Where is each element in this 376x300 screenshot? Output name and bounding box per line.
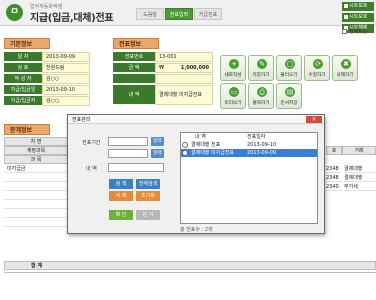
no-header: 호 — [326, 146, 342, 155]
field-label: 전표번호 — [113, 52, 155, 62]
description-label: 내 역 — [86, 166, 97, 172]
description-field[interactable]: 결제대행 미지급전표 — [155, 85, 213, 105]
reset-button[interactable]: 초기화 — [136, 191, 160, 201]
voucher-list[interactable]: 내 역 전표일자 결제대행 전표 2013-09-10 결제대행 미지급전표 2… — [180, 132, 318, 224]
period-start-input[interactable] — [108, 137, 148, 146]
list-header-desc: 내 역 — [195, 134, 206, 140]
subject-header: 과 목 — [4, 155, 68, 164]
debit-header: 차 변 — [4, 137, 68, 146]
monitor-icon: ▭ — [229, 87, 239, 97]
calendar-button-start[interactable]: 달력 — [151, 137, 164, 146]
close-icon[interactable]: × — [306, 116, 322, 123]
field-label — [113, 74, 155, 84]
preview-button[interactable]: ▭ 미리보기 — [220, 83, 246, 109]
table-cell[interactable]: 부가세 — [344, 183, 376, 191]
edit-button[interactable]: ⟳ 수정하기 — [304, 55, 330, 81]
print-button[interactable]: ⎙ 출력하기 — [248, 83, 274, 109]
page-title: 지급(입금,대체)전표 — [30, 13, 114, 24]
confirm-button[interactable]: 확 인 — [109, 210, 133, 220]
document-icon: ▤ — [285, 87, 295, 97]
sheet-protect-button-2[interactable]: 시트보호 — [342, 13, 374, 22]
period-label: 전표기간 — [82, 140, 101, 146]
field-label: 지급/입금일 — [4, 85, 42, 95]
tab-payment-voucher[interactable]: 지급전표 — [194, 8, 222, 20]
app-logo-icon: ㅁ — [6, 4, 23, 21]
tab-help[interactable]: 도움말 — [136, 8, 164, 20]
amount-field[interactable]: ₩1,000,000 — [155, 63, 213, 73]
radio-selected-icon[interactable] — [182, 150, 188, 156]
list-item[interactable]: 결제대행 전표 2013-09-10 — [181, 141, 317, 149]
period-end-input[interactable] — [108, 149, 148, 158]
table-row[interactable] — [4, 201, 68, 209]
field-label: 지급/입금자 — [4, 96, 42, 106]
field-label: 내 역 — [113, 85, 155, 105]
fullscreen-checkbox[interactable]: 전체화면 — [342, 28, 367, 35]
delete-button[interactable]: ✖ 삭제하기 — [332, 55, 358, 81]
empty-field[interactable] — [155, 74, 213, 84]
account-header: 계정과목 — [4, 146, 68, 155]
checkbox-icon — [342, 29, 347, 34]
voucher-count: 총 전표수 : 2개 — [180, 227, 213, 233]
pencil-icon: ✎ — [257, 59, 267, 69]
calendar-button-end[interactable]: 달력 — [151, 149, 164, 158]
voucher-manager-dialog: 전표관리 × 전표기간 달력 달력 내 역 검 색 전체검색 삭 제 초기화 확… — [67, 114, 325, 234]
load-button[interactable]: ▢ 불러오기 — [276, 55, 302, 81]
refresh-icon: ⟳ — [313, 59, 323, 69]
table-cell[interactable]: 결제대행 — [344, 174, 376, 182]
save-document-button[interactable]: ▤ 문서저장 — [276, 83, 302, 109]
table-row[interactable] — [4, 174, 68, 182]
full-search-button[interactable]: 전체검색 — [136, 179, 160, 189]
journal-section-label: 분개정보 — [4, 124, 50, 135]
printer-icon: ⎙ — [257, 87, 267, 97]
field-label: 금 액 — [113, 63, 155, 73]
table-cell[interactable]: 2348 — [326, 174, 342, 182]
search-button[interactable]: 검 색 — [109, 179, 133, 189]
save-button[interactable]: ✎ 저장하기 — [248, 55, 274, 81]
description-input[interactable] — [108, 163, 164, 172]
field-label: 작 성 자 — [4, 74, 42, 84]
delete-button[interactable]: 삭 제 — [109, 191, 133, 201]
payer-field[interactable]: 김○○ — [42, 96, 90, 106]
table-cell[interactable]: 결제대행 — [344, 165, 376, 173]
table-row[interactable] — [4, 210, 68, 218]
company-field[interactable]: 천원드림 — [42, 63, 90, 73]
payment-date-field[interactable]: 2013-09-10 — [42, 85, 90, 95]
folder-icon: ▢ — [285, 59, 295, 69]
author-field[interactable]: 김○○ — [42, 74, 90, 84]
table-row[interactable] — [4, 183, 68, 191]
table-row[interactable] — [4, 219, 68, 227]
partner-header: 거래 — [342, 146, 376, 155]
list-item-selected[interactable]: 결제대행 미지급전표 2013-09-09 — [181, 149, 317, 157]
list-header-date: 전표일자 — [247, 134, 266, 140]
dialog-title: 전표관리 — [72, 117, 91, 123]
voucher-number-field[interactable]: 13-001 — [155, 52, 213, 62]
plus-icon: + — [229, 59, 239, 69]
voucher-info-section-label: 전표정보 — [113, 38, 159, 49]
table-cell[interactable]: 2340 — [326, 183, 342, 191]
table-row[interactable] — [4, 192, 68, 200]
tab-voucher-entry[interactable]: 전표입력 — [165, 8, 193, 20]
date-field[interactable]: 2013-09-09 — [42, 52, 90, 62]
radio-icon[interactable] — [182, 142, 188, 148]
dialog-titlebar — [68, 115, 324, 124]
trash-icon: ✖ — [341, 59, 351, 69]
sheet-protect-button[interactable]: 시트보호 — [342, 2, 374, 11]
total-row: 합 계 — [4, 261, 376, 270]
basic-info-section-label: 기본정보 — [4, 38, 50, 49]
new-button[interactable]: + 새로작성 — [220, 55, 246, 81]
field-label: 일 자 — [4, 52, 42, 62]
table-row[interactable]: 미지급금 — [4, 165, 68, 173]
field-label: 상 호 — [4, 63, 42, 73]
close-button[interactable]: 닫 기 — [136, 210, 160, 220]
divider — [4, 272, 376, 273]
table-cell[interactable]: 2348 — [326, 165, 342, 173]
